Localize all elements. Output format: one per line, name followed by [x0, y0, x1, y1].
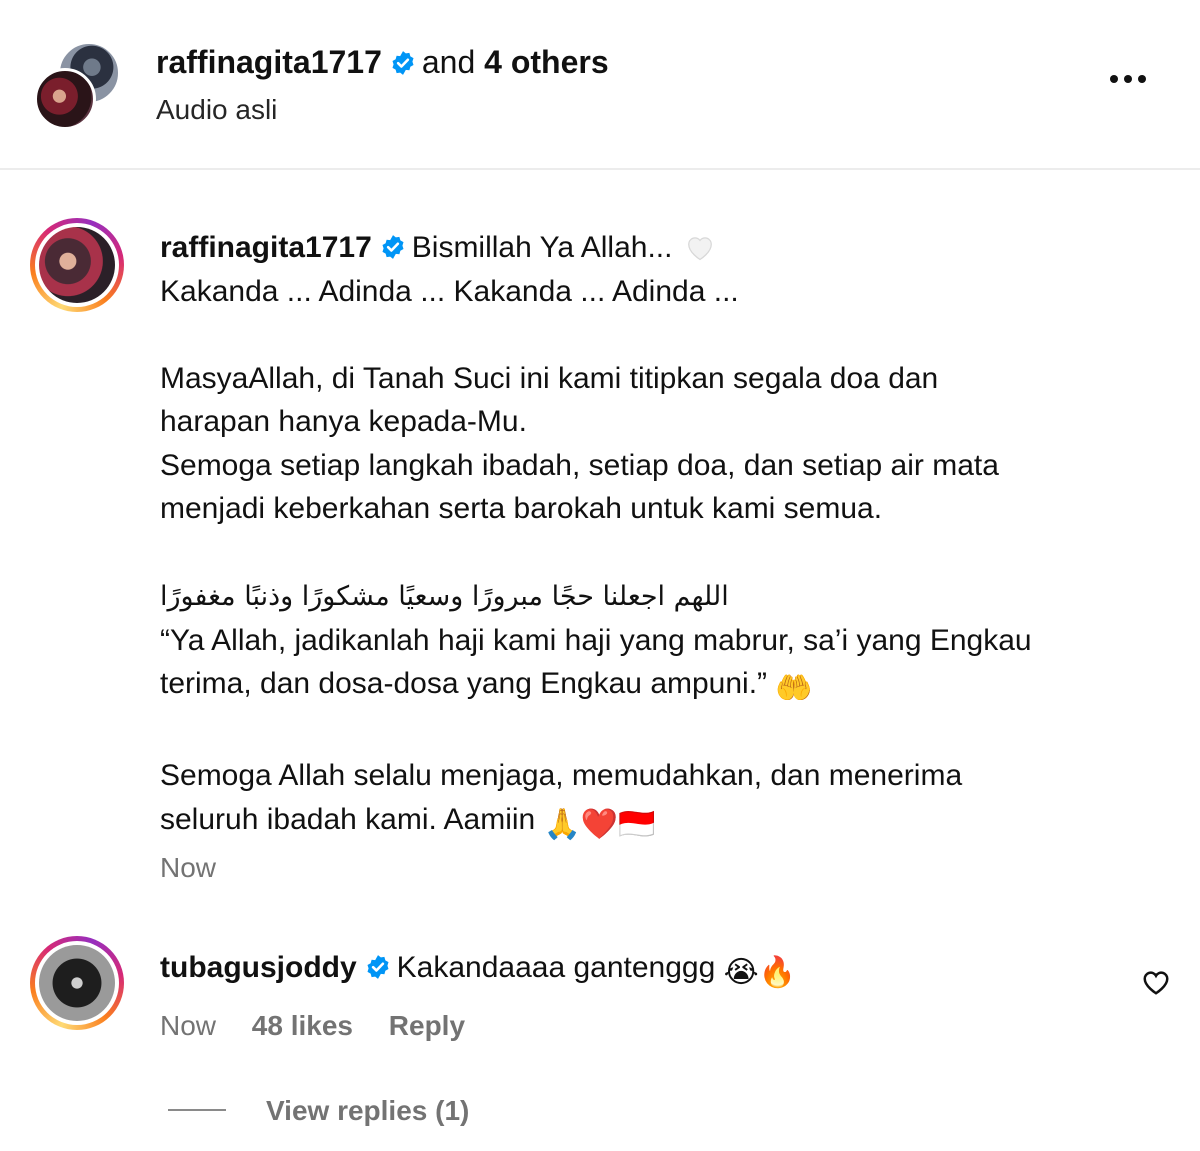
view-replies-label[interactable]: View replies (1) [266, 1095, 469, 1126]
caption-line: menjadi keberkahan serta barokah untuk k… [160, 492, 883, 525]
caption-line: Semoga Allah selalu menjaga, memudahkan,… [160, 759, 963, 792]
comment: tubagusjoddy Kakandaaaa gantenggg 😭🔥 [160, 946, 1180, 995]
caption-line: harapan hanya kepada-Mu. [160, 405, 527, 438]
prayer-heart-flag-emoji: 🙏❤️🇮🇩 [543, 807, 656, 841]
comment-avatar-tubagusjoddy[interactable] [30, 936, 124, 1030]
header-username[interactable]: raffinagita1717 [156, 44, 382, 80]
caption-line: “Ya Allah, jadikanlah haji kami haji yan… [160, 623, 1032, 657]
header-others[interactable]: 4 others [484, 44, 608, 80]
caption-line-1: raffinagita1717 Bismillah Ya Allah... [160, 226, 1180, 270]
collab-avatars[interactable] [34, 42, 120, 130]
comment-username[interactable]: tubagusjoddy [160, 951, 357, 984]
arabic-prayer: اللهم اجعلنا حجًا مبرورًا وسعيًا مشكورًا… [160, 581, 729, 612]
caption-username[interactable]: raffinagita1717 [160, 231, 372, 264]
comment-text: Kakandaaaa gantenggg [396, 951, 724, 984]
verified-badge-icon [392, 51, 414, 75]
more-options-icon[interactable] [1110, 70, 1160, 98]
reply-button[interactable]: Reply [389, 1010, 465, 1041]
comment-meta: Now 48 likes Reply [160, 1010, 493, 1042]
white-heart-icon [687, 237, 712, 261]
verified-badge-icon [382, 235, 404, 259]
caption-line: Semoga setiap langkah ibadah, setiap doa… [160, 448, 999, 482]
like-heart-icon[interactable] [1141, 968, 1171, 996]
caption: raffinagita1717 Bismillah Ya Allah... Kak… [160, 226, 1180, 846]
palms-up-emoji: 🤲 [775, 672, 813, 705]
caption-arabic: اللهم اجعلنا حجًا مبرورًا وسعيًا مشكورًا… [160, 574, 1180, 619]
caption-blank [160, 711, 1180, 755]
avatar-primary[interactable] [34, 68, 96, 130]
caption-text: Bismillah Ya Allah... [411, 231, 681, 264]
likes-count[interactable]: 48 likes [252, 1010, 353, 1041]
crying-fire-emoji: 😭🔥 [723, 956, 797, 989]
replies-divider [168, 1109, 226, 1111]
caption-line: terima, dan dosa-dosa yang Engkau ampuni… [160, 662, 1180, 711]
header-usernames[interactable]: raffinagita1717 and 4 others [156, 44, 609, 81]
caption-time: Now [160, 852, 217, 883]
header-and: and [421, 44, 476, 80]
caption-line: Kakanda ... Adinda ... Kakanda ... Adind… [160, 274, 739, 308]
post-header: raffinagita1717 and 4 others Audio asli [0, 0, 1200, 170]
audio-label[interactable]: Audio asli [156, 94, 277, 126]
caption-text: seluruh ibadah kami. Aamiin [160, 802, 544, 836]
verified-badge-icon [367, 955, 389, 979]
caption-line: seluruh ibadah kami. Aamiin 🙏❤️🇮🇩 [160, 798, 1180, 847]
caption-text: terima, dan dosa-dosa yang Engkau ampuni… [160, 667, 776, 700]
comment-avatar-raffinagita[interactable] [30, 218, 124, 312]
caption-blank [160, 531, 1180, 575]
view-replies-button[interactable]: View replies (1) [168, 1095, 469, 1127]
comment-time: Now [160, 1010, 217, 1041]
caption-line: MasyaAllah, di Tanah Suci ini kami titip… [160, 361, 939, 395]
caption-blank [160, 313, 1180, 357]
